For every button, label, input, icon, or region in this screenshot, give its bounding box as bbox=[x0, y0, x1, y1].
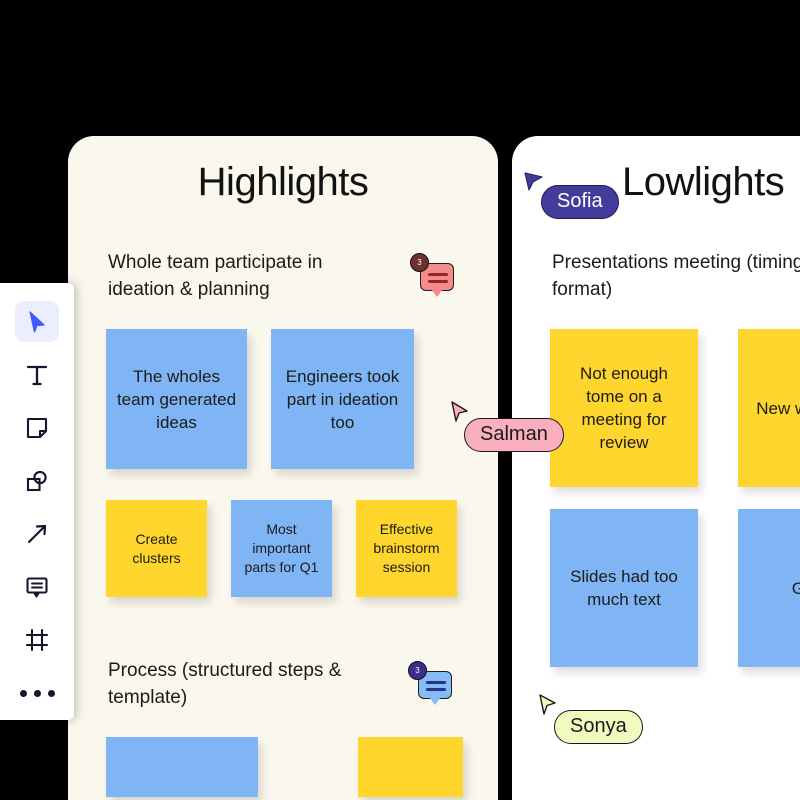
sticky-note[interactable] bbox=[358, 737, 463, 797]
comment-bubble-pink[interactable]: 3 bbox=[410, 253, 454, 297]
tool-select[interactable] bbox=[15, 301, 59, 343]
note-row: Slides had too much text Grids bbox=[512, 509, 800, 667]
section-label: Presentations meeting (timing, format) bbox=[552, 252, 800, 300]
tool-frame[interactable] bbox=[15, 620, 59, 661]
tool-text[interactable] bbox=[15, 354, 59, 395]
cursor-arrow-icon bbox=[539, 694, 556, 715]
sticky-note-text: Not enough tome on a meeting for review bbox=[580, 364, 668, 452]
comment-bubble-blue[interactable]: 3 bbox=[408, 661, 452, 705]
sticky-note-text: New wasn eno bbox=[756, 398, 800, 418]
sticky-note[interactable]: Most important parts for Q1 bbox=[231, 500, 332, 597]
comment-line bbox=[426, 681, 446, 684]
section-label: Whole team participate in ideation & pla… bbox=[108, 252, 323, 300]
comment-line bbox=[428, 280, 448, 283]
sticky-note-icon bbox=[26, 417, 48, 438]
comment-count-badge: 3 bbox=[410, 253, 429, 272]
sticky-note[interactable] bbox=[106, 737, 258, 797]
sticky-note-text: Effective brainstorm session bbox=[373, 521, 440, 575]
left-tool-palette[interactable] bbox=[0, 283, 74, 720]
tool-comment[interactable] bbox=[15, 567, 59, 608]
section-header-process: Process (structured steps & template) 3 bbox=[68, 657, 498, 711]
section-header-presentations: Presentations meeting (timing, format) bbox=[512, 249, 800, 303]
cursor-label-sonya: Sonya bbox=[554, 710, 643, 744]
frame-icon bbox=[25, 629, 49, 652]
cursor-salman: Salman bbox=[450, 400, 564, 452]
board-title-highlights: Highlights bbox=[197, 160, 369, 204]
note-row: Create clusters Most important parts for… bbox=[68, 500, 498, 597]
sticky-note[interactable]: Not enough tome on a meeting for review bbox=[550, 329, 698, 487]
sticky-note-text bbox=[172, 761, 192, 773]
comment-line bbox=[426, 688, 446, 691]
comment-line bbox=[428, 273, 448, 276]
section-label: Process (structured steps & template) bbox=[108, 660, 342, 708]
note-row bbox=[68, 737, 498, 797]
sticky-note-text: Most important parts for Q1 bbox=[244, 521, 319, 575]
more-dots-icon bbox=[19, 689, 55, 697]
sticky-note[interactable]: Grids bbox=[738, 509, 800, 667]
arrow-line-icon bbox=[27, 524, 47, 544]
comment-icon bbox=[26, 577, 48, 598]
comment-count-badge: 3 bbox=[408, 661, 427, 680]
shapes-icon bbox=[26, 470, 47, 491]
note-row: The wholes team generated ideas Engineer… bbox=[68, 329, 498, 469]
cursor-arrow-icon bbox=[29, 310, 45, 333]
sticky-note[interactable]: The wholes team generated ideas bbox=[106, 329, 247, 469]
sticky-note[interactable]: Engineers took part in ideation too bbox=[271, 329, 414, 469]
tool-more[interactable] bbox=[15, 673, 59, 714]
board-highlights[interactable]: Highlights Whole team participate in ide… bbox=[68, 136, 498, 800]
tool-sticky-note[interactable] bbox=[15, 407, 59, 448]
section-header-ideation: Whole team participate in ideation & pla… bbox=[68, 249, 498, 303]
tool-shapes[interactable] bbox=[15, 460, 59, 501]
sticky-note-text: Grids bbox=[791, 578, 800, 598]
sticky-note[interactable]: Effective brainstorm session bbox=[356, 500, 457, 597]
sticky-note[interactable]: Create clusters bbox=[106, 500, 207, 597]
sticky-note-text: Create clusters bbox=[132, 530, 181, 566]
cursor-sofia: Sofia bbox=[522, 170, 619, 219]
sticky-note-text bbox=[401, 761, 421, 773]
sticky-note[interactable]: New wasn eno bbox=[738, 329, 800, 487]
tool-arrow[interactable] bbox=[15, 514, 59, 555]
sticky-note-text: Engineers took part in ideation too bbox=[285, 366, 400, 432]
cursor-label-sofia: Sofia bbox=[541, 185, 619, 219]
whiteboard-canvas[interactable]: Highlights Whole team participate in ide… bbox=[0, 0, 800, 800]
text-tool-icon bbox=[26, 365, 48, 385]
cursor-arrow-icon bbox=[524, 172, 543, 191]
sticky-note-text: Slides had too much text bbox=[570, 567, 678, 609]
sticky-note-text: The wholes team generated ideas bbox=[116, 366, 237, 432]
cursor-sonya: Sonya bbox=[538, 693, 643, 744]
cursor-label-salman: Salman bbox=[464, 418, 564, 452]
cursor-arrow-icon bbox=[451, 401, 468, 422]
sticky-note[interactable]: Slides had too much text bbox=[550, 509, 698, 667]
